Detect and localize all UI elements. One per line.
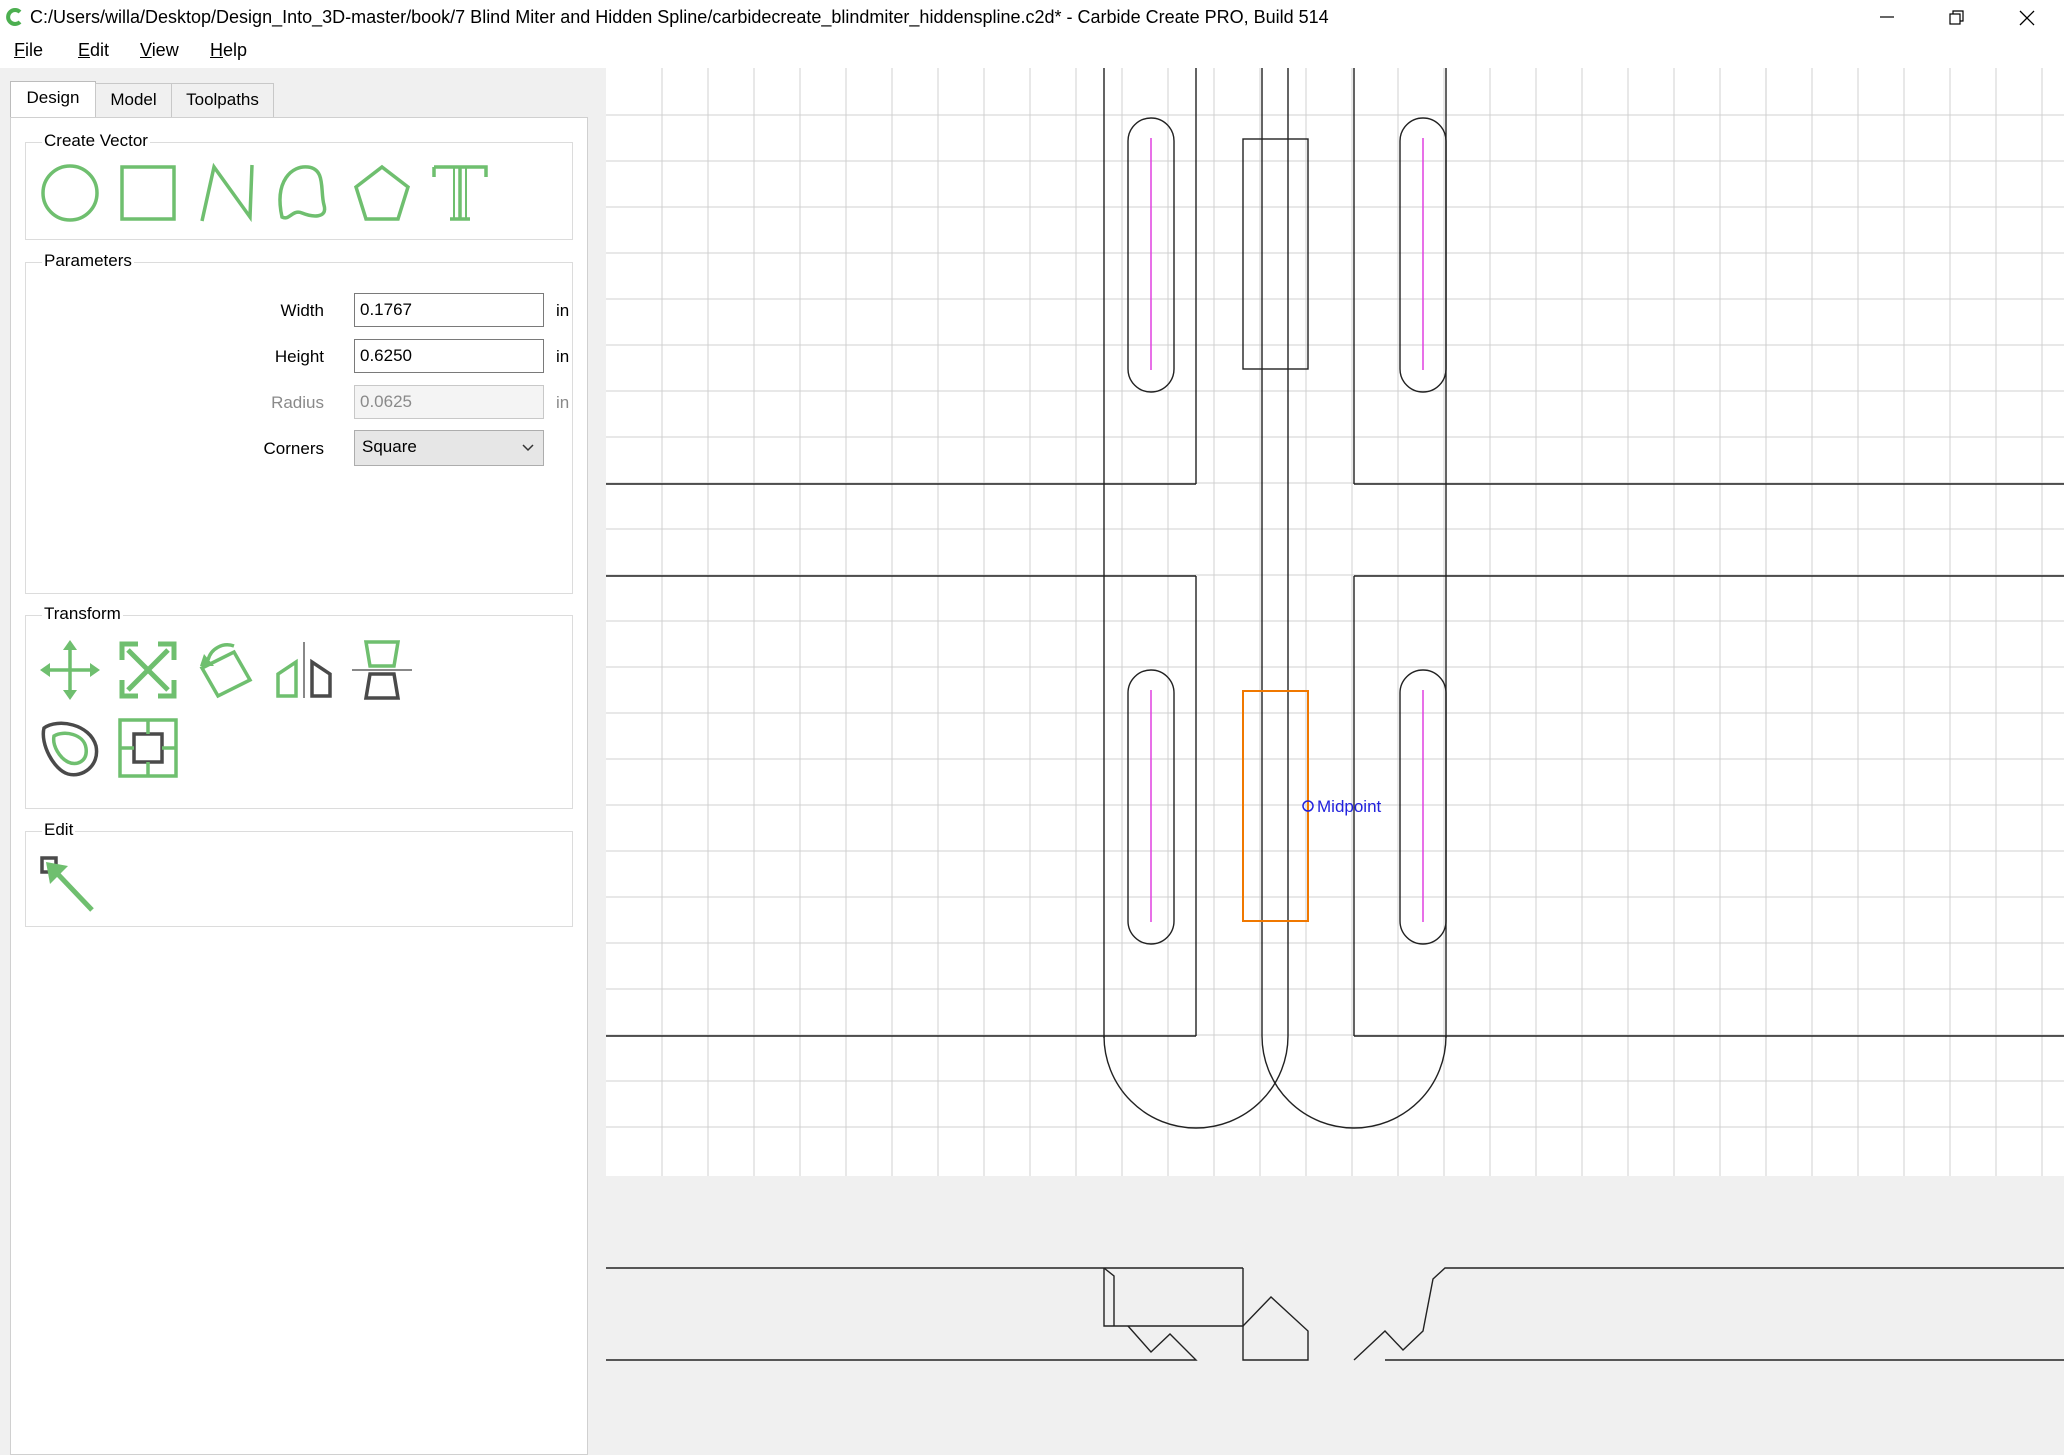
midpoint-label: Midpoint [1317,797,1382,816]
design-canvas[interactable] [606,68,2064,1176]
menu-edit[interactable]: Edit [78,40,109,61]
menu-help[interactable]: Help [210,40,247,61]
minimize-icon [1880,16,1894,18]
transform-label: Transform [42,604,123,624]
width-unit: in [556,301,570,320]
radius-label: Radius [271,393,324,412]
tab-design[interactable]: Design [10,81,96,118]
corners-label: Corners [263,439,324,458]
rotate-icon[interactable] [194,638,258,702]
menu-view[interactable]: View [140,40,179,61]
circle-icon[interactable] [38,161,102,225]
app-logo-icon [6,8,22,26]
width-input[interactable] [354,293,544,327]
section-view[interactable] [606,1176,2064,1386]
curve-icon[interactable] [272,161,336,225]
menu-bar: File Edit View Help [0,34,2064,68]
corners-select[interactable]: Square [354,430,544,466]
design-tab-page: Create Vector Parameters Width in Height… [10,117,588,1455]
scale-icon[interactable] [116,638,180,702]
left-panel: Design Model Toolpaths Create Vector Par… [0,68,600,1455]
mirror-icon[interactable] [272,638,336,702]
rectangle-icon[interactable] [116,161,180,225]
edit-label: Edit [42,820,76,840]
polygon-icon[interactable] [350,161,414,225]
menu-file[interactable]: File [14,40,43,61]
create-vector-group: Create Vector [25,131,573,240]
minimize-button[interactable] [1854,0,1920,34]
move-icon[interactable] [38,638,102,702]
parameters-label: Parameters [42,251,134,271]
offset-icon[interactable] [38,716,102,780]
close-icon [2019,10,2035,26]
height-unit: in [556,347,570,366]
close-button[interactable] [1994,0,2060,34]
restore-button[interactable] [1924,0,1990,34]
transform-group: Transform [25,604,573,809]
create-vector-label: Create Vector [42,131,150,151]
parameters-group: Parameters Width in Height in Radius in … [25,251,573,594]
width-label: Width [280,301,324,320]
radius-unit: in [556,393,570,412]
height-input[interactable] [354,339,544,373]
tab-toolpaths[interactable]: Toolpaths [171,83,274,117]
height-label: Height [274,347,324,366]
edit-group: Edit [25,820,573,927]
corners-value: Square [362,437,417,456]
polyline-icon[interactable] [194,161,258,225]
node-edit-icon[interactable] [38,854,102,918]
radius-input [354,385,544,419]
tab-model[interactable]: Model [95,83,172,117]
window-title: C:/Users/willa/Desktop/Design_Into_3D-ma… [30,7,1329,27]
text-icon[interactable] [428,161,492,225]
restore-icon [1949,10,1964,25]
chevron-down-icon [522,444,534,452]
align-icon[interactable] [350,638,414,702]
boundary-icon[interactable] [116,716,180,780]
title-bar: C:/Users/willa/Desktop/Design_Into_3D-ma… [0,0,2064,34]
